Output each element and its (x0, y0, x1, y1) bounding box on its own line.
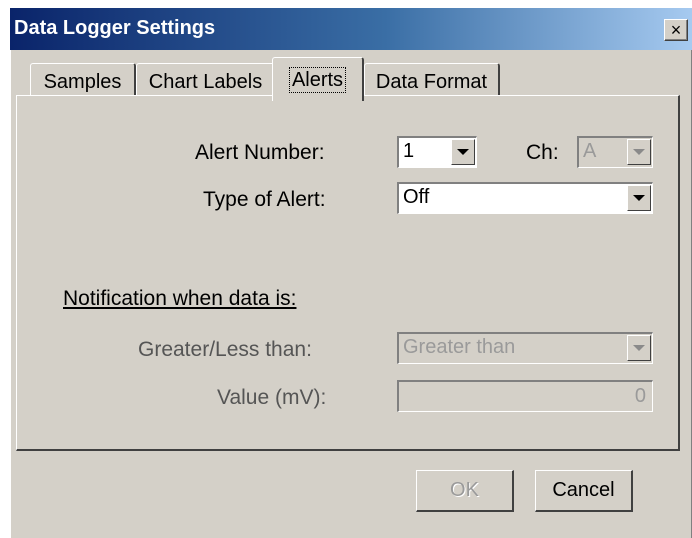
channel-label: Ch: (526, 141, 559, 164)
alert-number-value: 1 (403, 140, 415, 162)
title-bar[interactable]: Data Logger Settings × (10, 8, 692, 50)
close-button[interactable]: × (664, 19, 688, 41)
chevron-down-icon (457, 149, 469, 155)
alert-number-label: Alert Number: (195, 141, 325, 164)
tab-samples-label: Samples (43, 71, 122, 93)
tab-alerts[interactable]: Alerts (272, 57, 364, 101)
chevron-down-icon (633, 149, 645, 155)
notification-heading: Notification when data is: (63, 287, 297, 310)
value-label: Value (mV): (217, 386, 327, 409)
alert-number-dropdown-button[interactable] (451, 139, 475, 165)
alerts-panel: Alert Number: 1 Ch: A Type of Alert: Off… (16, 95, 680, 451)
cancel-button-label: Cancel (552, 479, 615, 501)
tab-data-format-label: Data Format (375, 71, 488, 93)
type-of-alert-select[interactable]: Off (397, 182, 653, 214)
window-title: Data Logger Settings (14, 17, 216, 39)
chevron-down-icon (633, 195, 645, 201)
value-input[interactable]: 0 (397, 380, 653, 412)
comparison-value: Greater than (403, 336, 516, 358)
channel-dropdown-button[interactable] (627, 139, 651, 165)
type-of-alert-label: Type of Alert: (203, 188, 326, 211)
alert-number-select[interactable]: 1 (397, 136, 477, 168)
tab-chart-labels-label: Chart Labels (148, 71, 263, 93)
ok-button[interactable]: OK (416, 470, 514, 512)
tab-alerts-label: Alerts (288, 66, 347, 93)
comparison-label: Greater/Less than: (138, 338, 312, 361)
chevron-down-icon (633, 345, 645, 351)
ok-button-label: OK (450, 479, 479, 501)
cancel-button[interactable]: Cancel (535, 470, 633, 512)
comparison-select[interactable]: Greater than (397, 332, 653, 364)
type-of-alert-value: Off (403, 186, 430, 208)
type-of-alert-dropdown-button[interactable] (627, 185, 651, 211)
close-icon: × (670, 20, 682, 40)
value-input-text: 0 (634, 385, 646, 407)
channel-select[interactable]: A (577, 136, 653, 168)
comparison-dropdown-button[interactable] (627, 335, 651, 361)
channel-value: A (583, 140, 597, 162)
